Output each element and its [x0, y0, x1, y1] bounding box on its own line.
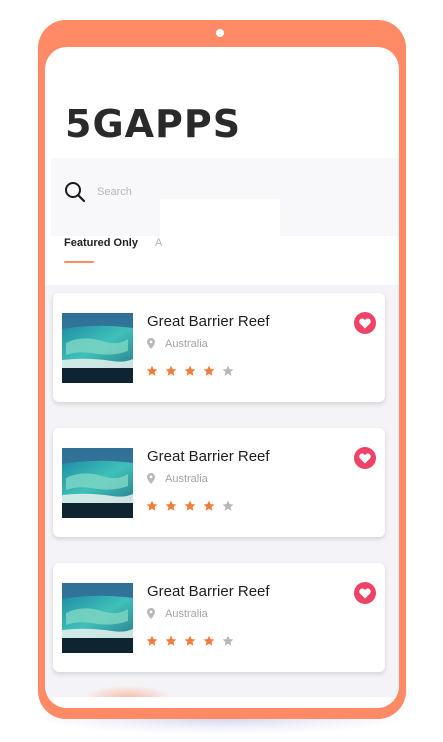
star-rating — [146, 499, 241, 513]
place-name: Great Barrier Reef — [147, 583, 270, 600]
star-icon — [222, 500, 234, 511]
star-icon — [165, 635, 177, 646]
app-screen: 5GAPPS Featured Only A Great Barrier Ree… — [45, 47, 399, 708]
list-bottom-edge — [45, 697, 399, 708]
heart-icon — [359, 588, 371, 599]
star-icon — [184, 500, 196, 511]
map-pin-icon — [147, 473, 155, 484]
star-rating — [146, 364, 241, 378]
heart-icon — [359, 453, 371, 464]
favorite-button[interactable] — [354, 447, 376, 469]
app-logo: 5GAPPS — [65, 102, 242, 146]
favorite-button[interactable] — [354, 582, 376, 604]
device-frame: 5GAPPS Featured Only A Great Barrier Ree… — [38, 20, 406, 719]
star-icon — [184, 635, 196, 646]
star-icon — [146, 500, 158, 511]
map-pin-icon — [147, 338, 155, 349]
place-location: Australia — [165, 338, 208, 350]
star-icon — [203, 500, 215, 511]
search-input[interactable] — [97, 181, 297, 203]
place-card[interactable]: Great Barrier Reef Australia — [53, 428, 385, 537]
place-thumbnail — [62, 583, 133, 653]
star-icon — [184, 365, 196, 376]
place-card[interactable]: Great Barrier Reef Australia — [53, 293, 385, 402]
place-location: Australia — [165, 473, 208, 485]
active-tab-indicator — [64, 261, 94, 263]
favorite-button[interactable] — [354, 312, 376, 334]
search-icon[interactable] — [63, 180, 87, 204]
star-icon — [222, 365, 234, 376]
heart-icon — [359, 318, 371, 329]
place-location: Australia — [165, 608, 208, 620]
place-thumbnail — [62, 448, 133, 518]
star-icon — [203, 635, 215, 646]
star-icon — [146, 365, 158, 376]
star-icon — [203, 365, 215, 376]
star-rating — [146, 634, 241, 648]
search-bar-notch — [160, 199, 280, 239]
star-icon — [146, 635, 158, 646]
map-pin-icon — [147, 608, 155, 619]
place-card[interactable]: Great Barrier Reef Australia — [53, 563, 385, 672]
place-name: Great Barrier Reef — [147, 448, 270, 465]
star-icon — [222, 635, 234, 646]
place-name: Great Barrier Reef — [147, 313, 270, 330]
place-thumbnail — [62, 313, 133, 383]
tab-featured-only[interactable]: Featured Only — [64, 237, 138, 249]
star-icon — [165, 365, 177, 376]
camera-dot — [216, 29, 224, 37]
filter-tabs: Featured Only A — [64, 237, 394, 267]
star-icon — [165, 500, 177, 511]
tab-all[interactable]: A — [155, 237, 162, 249]
